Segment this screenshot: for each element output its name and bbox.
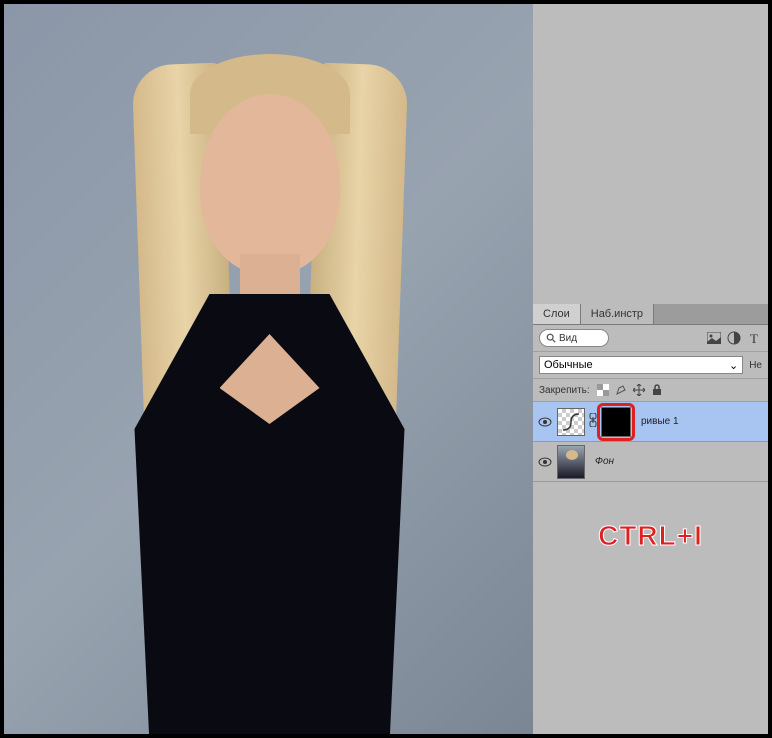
opacity-label: Не bbox=[749, 360, 762, 371]
face-shape bbox=[200, 94, 340, 274]
filter-label: Вид bbox=[559, 333, 577, 344]
layer-thumbnail[interactable] bbox=[557, 445, 585, 479]
tab-tool-presets[interactable]: Наб.инстр bbox=[581, 304, 654, 324]
lock-icons bbox=[596, 383, 664, 397]
canvas-area[interactable] bbox=[4, 4, 535, 734]
layers-panel: Слои Наб.инстр Вид T bbox=[533, 304, 768, 482]
adjustment-thumbnail[interactable] bbox=[557, 408, 585, 436]
svg-text:T: T bbox=[750, 332, 758, 344]
layer-row-curves[interactable]: ривые 1 bbox=[533, 402, 768, 442]
panel-area: Слои Наб.инстр Вид T bbox=[533, 4, 768, 734]
search-icon bbox=[546, 333, 556, 343]
layer-filter-dropdown[interactable]: Вид bbox=[539, 329, 609, 347]
blend-mode-value: Обычные bbox=[544, 359, 593, 371]
filter-image-icon[interactable] bbox=[706, 330, 722, 346]
shortcut-annotation: CTRL+I bbox=[533, 520, 768, 552]
visibility-toggle[interactable] bbox=[537, 414, 553, 430]
dropdown-arrow-icon: ⌄ bbox=[729, 359, 738, 372]
lock-all-icon[interactable] bbox=[650, 383, 664, 397]
app-frame: Слои Наб.инстр Вид T bbox=[3, 3, 769, 735]
blend-mode-dropdown[interactable]: Обычные ⌄ bbox=[539, 356, 743, 374]
layer-name[interactable]: ривые 1 bbox=[641, 416, 679, 427]
tab-layers[interactable]: Слои bbox=[533, 304, 581, 324]
link-icon[interactable] bbox=[589, 413, 597, 430]
layer-name[interactable]: Фон bbox=[595, 456, 614, 467]
layers-list: ривые 1 Фон bbox=[533, 402, 768, 482]
lock-label: Закрепить: bbox=[539, 385, 590, 396]
layer-row-background[interactable]: Фон bbox=[533, 442, 768, 482]
mask-thumbnail-wrapper bbox=[601, 407, 631, 437]
visibility-toggle[interactable] bbox=[537, 454, 553, 470]
lock-position-icon[interactable] bbox=[632, 383, 646, 397]
filter-adjustment-icon[interactable] bbox=[726, 330, 742, 346]
highlight-annotation bbox=[597, 403, 635, 441]
photo-content bbox=[70, 4, 470, 734]
filter-text-icon[interactable]: T bbox=[746, 330, 762, 346]
panel-tabs: Слои Наб.инстр bbox=[533, 304, 768, 325]
lock-transparency-icon[interactable] bbox=[596, 383, 610, 397]
blend-mode-row: Обычные ⌄ Не bbox=[533, 352, 768, 379]
layer-filter-row: Вид T bbox=[533, 325, 768, 352]
lock-pixels-icon[interactable] bbox=[614, 383, 628, 397]
lock-row: Закрепить: bbox=[533, 379, 768, 402]
